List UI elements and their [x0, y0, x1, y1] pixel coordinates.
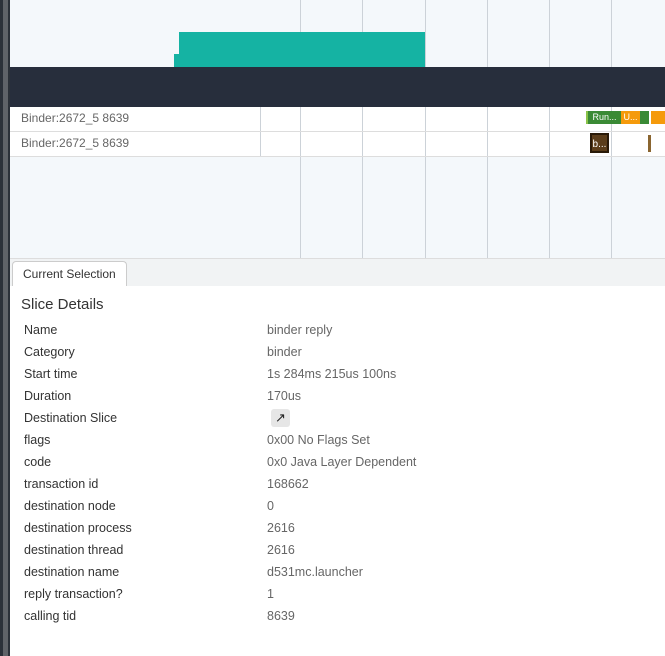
detail-value: 0 — [267, 499, 274, 513]
thread-state-track[interactable]: Binder:2672_5 8639 Run... U... — [10, 107, 665, 132]
detail-key: Start time — [24, 367, 78, 381]
sidebar-edge — [0, 0, 10, 656]
detail-key: calling tid — [24, 609, 77, 623]
detail-value: 8639 — [267, 609, 295, 623]
detail-value: d531mc.launcher — [267, 565, 363, 579]
detail-value: 0x0 Java Layer Dependent — [267, 455, 417, 469]
detail-value: binder reply — [267, 323, 333, 337]
detail-key: destination name — [24, 565, 120, 579]
detail-value: 170us — [267, 389, 302, 403]
detail-key: Name — [24, 323, 58, 337]
detail-key: Category — [24, 345, 75, 359]
slice-small[interactable] — [648, 135, 651, 152]
detail-key: destination node — [24, 499, 116, 513]
detail-key: reply transaction? — [24, 587, 123, 601]
detail-value: 2616 — [267, 543, 295, 557]
detail-value: 168662 — [267, 477, 309, 491]
detail-value: 2616 — [267, 521, 295, 535]
track-group-header[interactable] — [10, 67, 665, 107]
detail-value: 1 — [267, 587, 274, 601]
detail-key: flags — [24, 433, 51, 447]
detail-key: code — [24, 455, 52, 469]
track-label: Binder:2672_5 8639 — [21, 111, 130, 125]
slice-running[interactable]: Run... — [588, 111, 621, 124]
detail-value: 1s 284ms 215us 100ns — [267, 367, 397, 381]
slice-track[interactable]: Binder:2672_5 8639 b... — [10, 132, 665, 157]
detail-key: Destination Slice — [24, 411, 118, 425]
detail-value: binder — [267, 345, 302, 359]
detail-key: destination thread — [24, 543, 124, 557]
detail-value: 0x00 No Flags Set — [267, 433, 370, 447]
tab-current-selection[interactable]: Current Selection — [12, 261, 127, 286]
slice-unknown[interactable]: U... — [621, 111, 640, 124]
track-label: Binder:2672_5 8639 — [21, 136, 130, 150]
slice-binder-selected[interactable]: b... — [590, 133, 609, 153]
details-title: Slice Details — [21, 296, 104, 313]
empty-track-area — [10, 157, 665, 258]
cpu-track-area — [10, 0, 665, 67]
detail-key: transaction id — [24, 477, 99, 491]
goto-destination-slice-icon[interactable]: ↗ — [271, 409, 290, 427]
detail-key: Duration — [24, 389, 72, 403]
detail-key: destination process — [24, 521, 132, 535]
